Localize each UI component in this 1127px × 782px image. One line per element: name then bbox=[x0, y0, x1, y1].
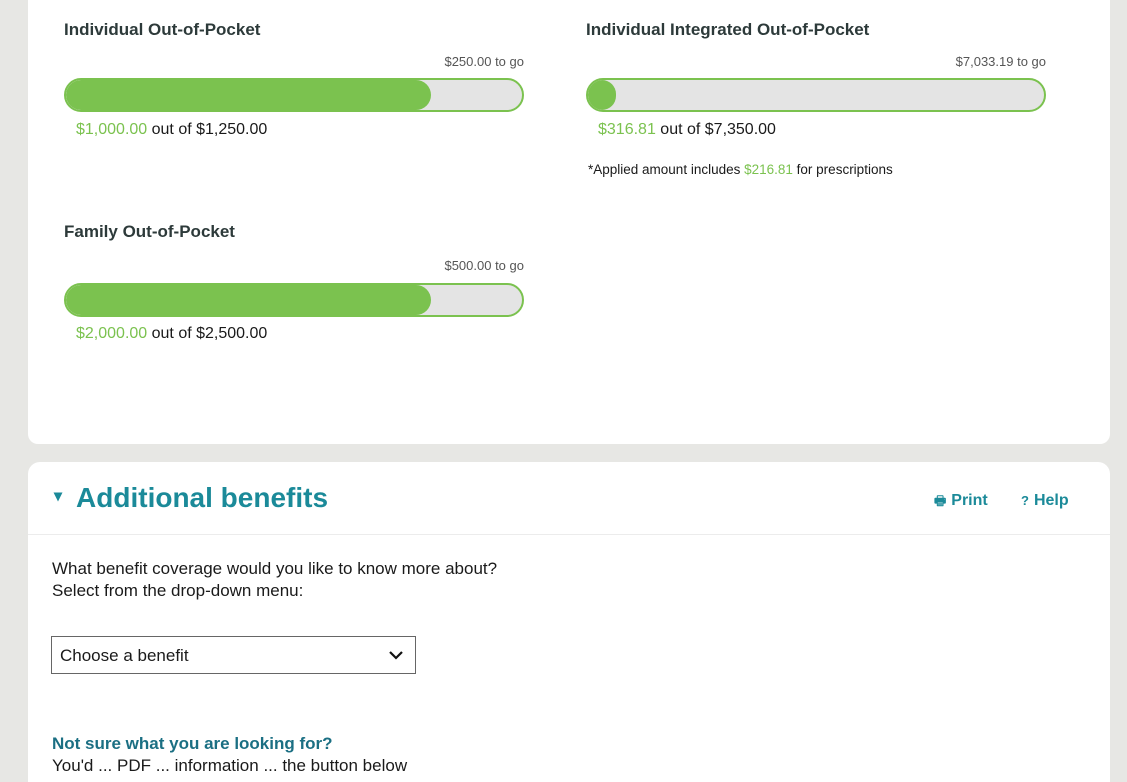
progress-fill bbox=[588, 80, 616, 110]
applied-amount-line: $2,000.00 out of $2,500.00 bbox=[76, 325, 267, 343]
section-title: Additional benefits bbox=[76, 482, 329, 513]
collapse-caret-icon: ▾ bbox=[54, 487, 63, 505]
prescription-amount: $216.81 bbox=[744, 162, 793, 177]
help-description-text: You'd ... PDF ... information ... the bu… bbox=[52, 756, 408, 775]
note-suffix: for prescriptions bbox=[792, 162, 893, 177]
applied-amount-line: $316.81 out of $7,350.00 bbox=[598, 121, 776, 139]
total-amount: out of $2,500.00 bbox=[147, 325, 268, 342]
progress-bar bbox=[64, 283, 524, 317]
note-prefix: *Applied amount includes bbox=[588, 162, 745, 177]
meter-title: Individual Integrated Out-of-Pocket bbox=[586, 20, 870, 39]
meter-title: Family Out-of-Pocket bbox=[64, 222, 235, 241]
chevron-down-icon bbox=[389, 651, 403, 660]
meter-title: Individual Out-of-Pocket bbox=[64, 20, 261, 39]
question-line-2: Select from the drop-down menu: bbox=[52, 581, 304, 600]
remaining-amount: $500.00 to go bbox=[444, 258, 524, 273]
print-link[interactable]: 🖶 Print bbox=[934, 492, 988, 514]
family-oop-meter: Family Out-of-Pocket $500.00 to go $2,00… bbox=[64, 222, 524, 342]
question-line-1: What benefit coverage would you like to … bbox=[52, 559, 498, 578]
progress-fill bbox=[66, 80, 431, 110]
additional-benefits-card: ▾ Additional benefits 🖶 Print ? Help What b… bbox=[28, 462, 1110, 782]
benefit-dropdown[interactable]: Choose a benefit bbox=[51, 636, 416, 674]
out-of-pocket-card: Individual Out-of-Pocket $250.00 to go $… bbox=[28, 0, 1110, 444]
help-link[interactable]: ? Help bbox=[1021, 492, 1069, 510]
total-amount: out of $7,350.00 bbox=[655, 121, 776, 138]
question-mark-icon: ? bbox=[1021, 493, 1029, 508]
progress-fill bbox=[66, 285, 431, 315]
individual-oop-meter: Individual Out-of-Pocket $250.00 to go $… bbox=[64, 20, 524, 140]
printer-icon: 🖶 bbox=[934, 493, 947, 508]
dropdown-selected-value: Choose a benefit bbox=[60, 646, 189, 665]
remaining-amount: $250.00 to go bbox=[444, 54, 524, 69]
progress-bar bbox=[64, 78, 524, 112]
applied-amount-line: $1,000.00 out of $1,250.00 bbox=[76, 121, 267, 139]
prescription-note: *Applied amount includes $216.81 for pre… bbox=[588, 162, 893, 177]
total-amount: out of $1,250.00 bbox=[147, 121, 268, 138]
not-sure-heading: Not sure what you are looking for? bbox=[52, 734, 333, 753]
remaining-amount: $7,033.19 to go bbox=[955, 54, 1046, 69]
section-header: ▾ Additional benefits 🖶 Print ? Help bbox=[28, 462, 1110, 535]
help-label: Help bbox=[1033, 492, 1069, 509]
progress-bar bbox=[586, 78, 1046, 112]
applied-amount: $1,000.00 bbox=[76, 121, 148, 138]
benefit-question: What benefit coverage would you like to … bbox=[52, 558, 497, 602]
section-toggle[interactable]: ▾ Additional benefits bbox=[54, 482, 328, 514]
applied-amount: $316.81 bbox=[598, 121, 656, 138]
applied-amount: $2,000.00 bbox=[76, 325, 148, 342]
individual-integrated-oop-meter: Individual Integrated Out-of-Pocket $7,0… bbox=[586, 20, 1046, 180]
print-label: Print bbox=[951, 492, 988, 509]
